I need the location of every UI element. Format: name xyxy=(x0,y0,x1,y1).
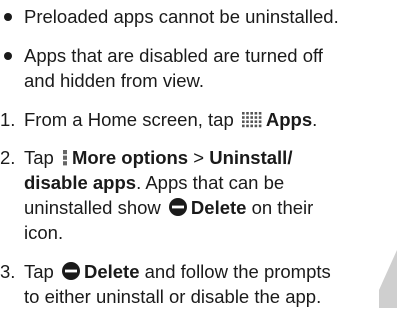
bullet-text: Apps that are disabled are turned off and… xyxy=(24,43,397,93)
text-line: disable apps. Apps that can be xyxy=(24,170,397,195)
text-line: Tap More options > Uninstall/ xyxy=(24,145,397,170)
more-options-icon xyxy=(62,150,67,166)
text-run: icon. xyxy=(24,222,64,243)
bold-term: Delete xyxy=(190,197,247,218)
bullet-dot-icon xyxy=(4,13,12,21)
bold-term: Delete xyxy=(83,261,140,282)
instruction-page: Preloaded apps cannot be uninstalled. Ap… xyxy=(0,0,397,308)
text-run: and follow the prompts xyxy=(139,261,331,282)
text-line: icon. xyxy=(24,220,397,245)
text-run: . Apps that can be xyxy=(136,172,285,193)
text-line: uninstalled show Delete on their xyxy=(24,195,397,220)
step-number: 2. xyxy=(0,147,16,168)
page-corner-decoration xyxy=(379,250,397,308)
text-run: to either uninstall or disable the app. xyxy=(24,286,322,307)
text-run: Preloaded apps cannot be uninstalled. xyxy=(24,6,339,27)
text-run: uninstalled show xyxy=(24,197,166,218)
text-run: From a Home screen, tap xyxy=(24,109,239,130)
step-text: From a Home screen, tap Apps. xyxy=(24,107,397,132)
text-run: . xyxy=(312,109,318,130)
text-run: Tap xyxy=(24,147,59,168)
text-run: Apps that are disabled are turned off xyxy=(24,45,323,66)
text-line: Preloaded apps cannot be uninstalled. xyxy=(24,4,397,29)
text-line: to either uninstall or disable the app. xyxy=(24,284,397,309)
text-line: Apps that are disabled are turned off xyxy=(24,43,397,68)
bold-term: Uninstall/ xyxy=(209,147,293,168)
step-number: 1. xyxy=(0,109,16,130)
delete-icon xyxy=(61,262,80,280)
text-run: Tap xyxy=(24,261,59,282)
bold-term: Apps xyxy=(265,109,313,130)
text-run: on their xyxy=(246,197,314,218)
delete-icon xyxy=(168,198,187,216)
text-run: > xyxy=(188,147,210,168)
bold-term: disable apps xyxy=(24,172,137,193)
step-number: 3. xyxy=(0,261,16,282)
text-run: and hidden from view. xyxy=(24,70,204,91)
step-text: Tap Delete and follow the prompts to eith… xyxy=(24,259,397,309)
text-line: From a Home screen, tap Apps. xyxy=(24,107,397,132)
bold-term: More options xyxy=(71,147,189,168)
apps-grid-icon xyxy=(241,112,262,128)
step-text: Tap More options > Uninstall/disable app… xyxy=(24,145,397,245)
text-line: Tap Delete and follow the prompts xyxy=(24,259,397,284)
bullet-dot-icon xyxy=(4,52,12,60)
bullet-text: Preloaded apps cannot be uninstalled. xyxy=(24,4,397,29)
text-line: and hidden from view. xyxy=(24,68,397,93)
